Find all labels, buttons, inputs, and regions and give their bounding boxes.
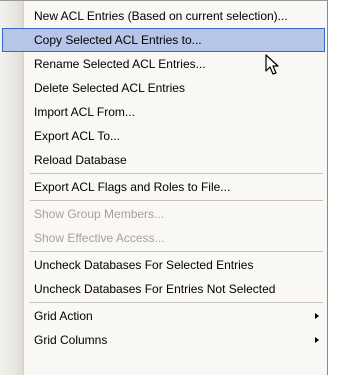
menu-item-label: Grid Action — [34, 309, 93, 323]
menu-item-new-acl-entries[interactable]: New ACL Entries (Based on current select… — [0, 4, 327, 28]
menu-item-import-acl[interactable]: Import ACL From... — [0, 100, 327, 124]
menu-separator — [30, 173, 323, 174]
menu-item-export-acl-flags-roles[interactable]: Export ACL Flags and Roles to File... — [0, 175, 327, 199]
menu-separator — [30, 302, 323, 303]
submenu-arrow-icon — [315, 313, 319, 319]
menu-item-label: New ACL Entries (Based on current select… — [34, 9, 288, 23]
menu-item-show-effective-access: Show Effective Access... — [0, 226, 327, 250]
menu-item-grid-columns[interactable]: Grid Columns — [0, 328, 327, 352]
menu-item-label: Show Effective Access... — [34, 231, 165, 245]
menu-item-label: Copy Selected ACL Entries to... — [34, 33, 202, 47]
menu-item-export-acl[interactable]: Export ACL To... — [0, 124, 327, 148]
menu-separator — [30, 251, 323, 252]
menu-item-label: Export ACL Flags and Roles to File... — [34, 180, 231, 194]
menu-item-label: Uncheck Databases For Selected Entries — [34, 258, 254, 272]
mouse-pointer-icon — [265, 54, 279, 75]
menu-separator — [30, 200, 323, 201]
menu-item-label: Show Group Members... — [34, 207, 165, 221]
menu-item-reload-database[interactable]: Reload Database — [0, 148, 327, 172]
menu-item-grid-action[interactable]: Grid Action — [0, 304, 327, 328]
submenu-arrow-icon — [315, 337, 319, 343]
menu-item-uncheck-databases-selected[interactable]: Uncheck Databases For Selected Entries — [0, 253, 327, 277]
menu-item-show-group-members: Show Group Members... — [0, 202, 327, 226]
menu-item-copy-selected-acl-entries[interactable]: Copy Selected ACL Entries to... — [2, 28, 325, 52]
menu-item-label: Uncheck Databases For Entries Not Select… — [34, 282, 276, 296]
menu-item-label: Grid Columns — [34, 333, 108, 347]
menu-item-label: Export ACL To... — [34, 129, 121, 143]
menu-item-label: Import ACL From... — [34, 105, 135, 119]
menu-item-uncheck-databases-not-selected[interactable]: Uncheck Databases For Entries Not Select… — [0, 277, 327, 301]
menu-item-label: Delete Selected ACL Entries — [34, 81, 185, 95]
menu-item-label: Reload Database — [34, 153, 127, 167]
menu-item-label: Rename Selected ACL Entries... — [34, 57, 206, 71]
menu-item-delete-selected-acl-entries[interactable]: Delete Selected ACL Entries — [0, 76, 327, 100]
